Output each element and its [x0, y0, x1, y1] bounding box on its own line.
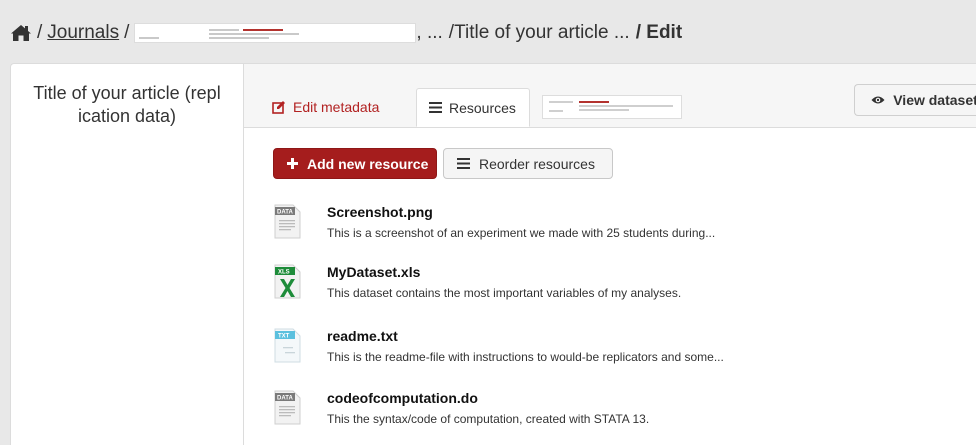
plus-icon — [287, 158, 298, 169]
breadcrumb-journals-link[interactable]: Journals — [47, 22, 119, 44]
bars-icon — [429, 102, 442, 113]
resource-description: This is a screenshot of an experiment we… — [327, 226, 716, 240]
main-panel: Title of your article (repl ication data)… — [10, 63, 976, 445]
tab-label: Edit metadata — [293, 99, 380, 115]
svg-text:TXT: TXT — [278, 334, 290, 340]
tab-resources[interactable]: Resources — [416, 88, 530, 127]
excel-file-icon: XLS — [274, 264, 301, 299]
bars-icon — [457, 158, 470, 169]
sidebar: Title of your article (repl ication data) — [11, 64, 244, 445]
resource-item[interactable]: TXT readme.txt This is the readme-file w… — [274, 326, 974, 370]
pencil-square-icon — [272, 100, 286, 114]
tab-edit-metadata[interactable]: Edit metadata — [260, 88, 391, 126]
add-new-resource-label: Add new resource — [307, 155, 429, 172]
reorder-resources-button[interactable]: Reorder resources — [443, 148, 613, 179]
breadcrumb-article-title[interactable]: /Title of your article ... — [449, 22, 630, 44]
resource-name[interactable]: Screenshot.png — [327, 204, 433, 220]
resource-item[interactable]: DATA Screenshot.png This is a screenshot… — [274, 202, 974, 246]
svg-text:DATA: DATA — [277, 210, 293, 216]
resource-description: This the syntax/code of computation, cre… — [327, 412, 650, 426]
redacted-tab-thumbnail — [542, 95, 682, 119]
resource-description: This is the readme-file with instruction… — [327, 350, 724, 364]
breadcrumb-separator: / — [37, 22, 43, 43]
redacted-journal-name — [134, 23, 417, 43]
svg-text:DATA: DATA — [277, 396, 293, 402]
resource-item[interactable]: DATA codeofcomputation.do This the synta… — [274, 388, 974, 432]
eye-icon — [871, 95, 885, 105]
home-icon[interactable] — [10, 23, 32, 43]
article-title: Title of your article (repl ication data) — [33, 83, 221, 126]
breadcrumb-ellipsis: , ... — [416, 22, 443, 43]
breadcrumb: / Journals / , ... /Title of your articl… — [10, 18, 682, 48]
data-file-icon: DATA — [274, 390, 301, 425]
resource-name[interactable]: MyDataset.xls — [327, 264, 420, 280]
data-file-icon: DATA — [274, 204, 301, 239]
resource-description: This dataset contains the most important… — [327, 286, 682, 300]
view-dataset-label: View dataset — [893, 92, 976, 108]
svg-text:XLS: XLS — [278, 270, 290, 276]
text-file-icon: TXT — [274, 328, 301, 363]
content-area: Edit metadata Resources View dataset Add… — [244, 64, 976, 445]
resource-item[interactable]: XLS MyDataset.xls This dataset contains … — [274, 262, 974, 306]
breadcrumb-current: / Edit — [635, 22, 683, 43]
tab-label: Resources — [449, 99, 516, 116]
resource-name[interactable]: codeofcomputation.do — [327, 390, 478, 406]
add-new-resource-button[interactable]: Add new resource — [273, 148, 437, 179]
breadcrumb-separator: / — [124, 22, 130, 43]
resource-name[interactable]: readme.txt — [327, 328, 398, 344]
view-dataset-button[interactable]: View dataset — [854, 84, 976, 116]
reorder-resources-label: Reorder resources — [479, 155, 595, 172]
